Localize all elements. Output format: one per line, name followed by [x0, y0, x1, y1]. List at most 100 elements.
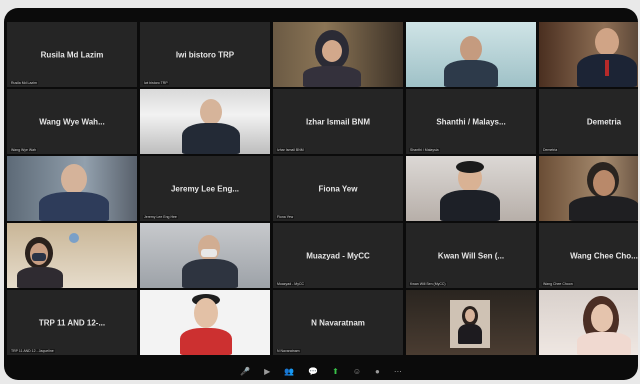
participant-name: N Navaratnam	[311, 318, 365, 327]
tie-shape	[605, 60, 609, 76]
body-shape	[303, 66, 361, 87]
participant-name: Iwi bistoro TRP	[175, 50, 235, 59]
participant-video-tile-active-speaker[interactable]	[406, 22, 536, 87]
participant-tile[interactable]: Fiona Yew Fiona Yew	[273, 156, 403, 221]
participant-tile[interactable]: Muazyad - MyCC Muazyad - MyCC	[273, 223, 403, 288]
participant-caption: Wang Chee Choon	[542, 282, 574, 286]
participant-video-tile[interactable]	[7, 156, 137, 221]
participant-tile[interactable]: TRP 11 AND 12-... TRP 11 AND 12 - Jaquel…	[7, 290, 137, 355]
meeting-toolbar: 🎤 ▶ 👥 💬 ⬆ ☺ ● ⋯	[4, 362, 638, 380]
meeting-window: Rusila Md Lazim Rusila Md Lazim Iwi bist…	[4, 8, 638, 380]
participant-video	[539, 290, 638, 355]
participant-name: Fiona Yew	[318, 184, 358, 193]
mute-button[interactable]: 🎤	[240, 367, 250, 376]
chat-button[interactable]: 💬	[308, 367, 318, 376]
participant-tile[interactable]: Wang Wye Wah... Wang Wye Wah	[7, 89, 137, 154]
participant-video-tile[interactable]	[273, 22, 403, 87]
body-shape	[39, 192, 109, 221]
participant-video-tile[interactable]	[539, 156, 638, 221]
reactions-button[interactable]: ☺	[353, 367, 361, 376]
participant-name: Muazyad - MyCC	[306, 251, 370, 260]
participant-tile[interactable]: Izhar Ismail BNM Izhar Ismail BNM	[273, 89, 403, 154]
participant-caption: Jeremy Lee Eng Hee	[143, 215, 178, 219]
participant-caption: Iwi bistoro TRP	[143, 81, 169, 85]
participant-grid: Rusila Md Lazim Rusila Md Lazim Iwi bist…	[7, 22, 638, 358]
participant-video-tile[interactable]	[539, 290, 638, 355]
participant-tile[interactable]: Kwan Will Sen (... Kwan Will Sen (MyCC)	[406, 223, 536, 288]
participant-video	[406, 290, 536, 355]
body-shape	[182, 123, 240, 154]
participant-video	[273, 22, 403, 87]
participant-video-tile[interactable]	[140, 290, 270, 355]
participants-button[interactable]: 👥	[284, 367, 294, 376]
mask-shape	[201, 249, 217, 257]
hair-shape	[456, 161, 484, 173]
face-shape	[194, 298, 218, 328]
face-shape	[322, 40, 342, 62]
participant-caption: TRP 11 AND 12 - Jaqueline	[10, 349, 55, 353]
participant-video	[539, 156, 638, 221]
participant-video	[406, 156, 536, 221]
participant-name: Wang Wye Wah...	[39, 117, 105, 126]
participant-tile[interactable]: Demetria Demetria	[539, 89, 638, 154]
participant-tile[interactable]: N Navaratnam N Navaratnam	[273, 290, 403, 355]
participant-caption: N Navaratnam	[276, 349, 301, 353]
participant-video	[140, 223, 270, 288]
participant-caption: Muazyad - MyCC	[276, 282, 306, 286]
participant-name: Jeremy Lee Eng...	[170, 184, 240, 193]
participant-name: Demetria	[586, 117, 622, 126]
face-shape	[465, 309, 475, 322]
body-shape	[17, 267, 63, 288]
body-shape	[182, 259, 238, 288]
body-shape	[569, 196, 638, 221]
participant-video	[7, 156, 137, 221]
face-shape	[593, 170, 615, 196]
participant-name: Kwan Will Sen (...	[437, 251, 505, 260]
record-button[interactable]: ●	[375, 367, 380, 376]
participant-tile[interactable]: Iwi bistoro TRP Iwi bistoro TRP	[140, 22, 270, 87]
sticker-icon	[69, 233, 79, 243]
participant-video-tile[interactable]	[140, 223, 270, 288]
face-shape	[61, 164, 87, 194]
body-shape	[444, 60, 498, 87]
mask-shape	[32, 253, 46, 261]
participant-video-tile[interactable]	[406, 290, 536, 355]
video-button[interactable]: ▶	[264, 367, 270, 376]
face-shape	[595, 28, 619, 56]
body-shape	[440, 190, 500, 221]
participant-name: TRP 11 AND 12-...	[38, 318, 106, 327]
body-shape	[458, 324, 482, 344]
participant-video	[140, 290, 270, 355]
participant-caption: Rusila Md Lazim	[10, 81, 38, 85]
participant-video	[539, 22, 638, 87]
participant-video-tile[interactable]	[406, 156, 536, 221]
participant-name: Wang Chee Cho...	[570, 251, 638, 260]
participant-caption: Shanthi / Malaysia	[409, 148, 440, 152]
face-shape	[200, 99, 222, 125]
participant-tile[interactable]: Shanthi / Malays... Shanthi / Malaysia	[406, 89, 536, 154]
share-screen-button[interactable]: ⬆	[332, 367, 339, 376]
more-button[interactable]: ⋯	[394, 367, 402, 376]
participant-video	[406, 22, 536, 87]
participant-video-tile[interactable]	[539, 22, 638, 87]
participant-tile[interactable]: Wang Chee Cho... Wang Chee Choon	[539, 223, 638, 288]
body-shape	[577, 332, 631, 355]
participant-caption: Izhar Ismail BNM	[276, 148, 305, 152]
participant-name: Shanthi / Malays...	[436, 117, 506, 126]
participant-video	[140, 89, 270, 154]
body-shape	[180, 328, 232, 355]
face-shape	[198, 235, 220, 261]
participant-caption: Wang Wye Wah	[10, 148, 37, 152]
participant-caption: Kwan Will Sen (MyCC)	[409, 282, 447, 286]
participant-video-tile[interactable]	[140, 89, 270, 154]
participant-tile[interactable]: Rusila Md Lazim Rusila Md Lazim	[7, 22, 137, 87]
participant-video	[7, 223, 137, 288]
participant-tile[interactable]: Jeremy Lee Eng... Jeremy Lee Eng Hee	[140, 156, 270, 221]
participant-caption: Fiona Yew	[276, 215, 295, 219]
participant-caption: Demetria	[542, 148, 559, 152]
participant-video-tile[interactable]	[7, 223, 137, 288]
face-shape	[460, 36, 482, 62]
participant-name: Izhar Ismail BNM	[305, 117, 370, 126]
face-shape	[591, 304, 613, 332]
participant-name: Rusila Md Lazim	[40, 50, 104, 59]
